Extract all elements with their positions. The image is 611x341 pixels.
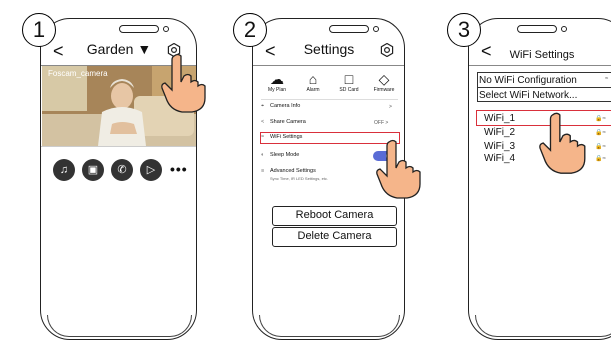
wifi-network-4[interactable]: WiFi_4 bbox=[484, 153, 515, 164]
settings-row-advanced-settings[interactable]: ≡ Advanced Settings bbox=[261, 168, 316, 174]
wifi-icon: ≈ bbox=[261, 134, 265, 140]
sd-card-icon: □ bbox=[344, 71, 354, 87]
phone-bottom-bezel bbox=[475, 315, 611, 337]
front-camera-icon bbox=[163, 26, 169, 32]
wifi-network-3[interactable]: WiFi_3 bbox=[484, 141, 515, 152]
quick-action-label: Alarm bbox=[306, 87, 320, 93]
tap-hand-icon bbox=[161, 53, 206, 113]
back-button[interactable]: < bbox=[265, 42, 276, 60]
video-divider bbox=[41, 146, 196, 147]
camera-name-dropdown[interactable]: Garden ▼ bbox=[79, 41, 159, 57]
quick-action-sd-card[interactable]: □ SD Card bbox=[331, 71, 367, 93]
cloud-icon: ☁ bbox=[270, 71, 284, 87]
quick-action-alarm[interactable]: ⌂ Alarm bbox=[295, 71, 331, 93]
back-button[interactable]: < bbox=[481, 42, 492, 60]
lock-wifi-icon: 🔒≈ bbox=[595, 156, 606, 162]
row-label: Sleep Mode bbox=[270, 152, 300, 158]
header-divider bbox=[469, 65, 611, 66]
speaker-icon bbox=[119, 25, 159, 33]
lock-wifi-icon: 🔒≈ bbox=[595, 144, 606, 150]
row-label: Share Camera bbox=[270, 119, 306, 125]
page-title: Settings bbox=[303, 41, 355, 57]
settings-row-share-camera[interactable]: < Share Camera bbox=[261, 119, 306, 125]
quick-action-label: SD Card bbox=[339, 87, 359, 93]
lock-wifi-icon: 🔒≈ bbox=[595, 130, 606, 136]
no-wifi-configuration-option[interactable]: No WiFi Configuration bbox=[479, 75, 577, 86]
section-divider bbox=[261, 99, 398, 100]
settings-row-wifi-settings[interactable]: ≈ WiFi Settings bbox=[261, 134, 302, 140]
phone-frame: < WiFi Settings No WiFi Configuration ≈ … bbox=[468, 18, 611, 340]
front-camera-icon bbox=[373, 26, 379, 32]
row-label: Advanced Settings bbox=[270, 168, 316, 174]
location-icon: ⌖ bbox=[261, 103, 265, 109]
page-title: WiFi Settings bbox=[509, 49, 575, 61]
tap-hand-icon bbox=[376, 139, 421, 199]
bell-icon: ⌂ bbox=[308, 71, 318, 87]
menu-icon: ≡ bbox=[261, 168, 265, 174]
header-divider bbox=[253, 65, 404, 66]
wifi-network-2[interactable]: WiFi_2 bbox=[484, 127, 515, 138]
step-number-3: 3 bbox=[447, 13, 481, 47]
wifi-icon: ≈ bbox=[605, 76, 609, 82]
quick-action-my-plan[interactable]: ☁ My Plan bbox=[259, 71, 295, 93]
advanced-settings-subtitle: Sync Time, IR LED Settings, etc. bbox=[270, 176, 329, 181]
settings-row-sleep-mode[interactable]: ◐ Sleep Mode bbox=[261, 152, 299, 158]
share-icon: < bbox=[261, 119, 265, 125]
phone-bottom-bezel bbox=[47, 315, 192, 337]
step-number-2: 2 bbox=[233, 13, 267, 47]
quick-action-label: Firmware bbox=[373, 87, 395, 93]
firmware-icon: ◇ bbox=[378, 71, 390, 87]
chevron-right-icon: > bbox=[389, 104, 392, 110]
back-button[interactable]: < bbox=[53, 42, 64, 60]
quick-action-firmware[interactable]: ◇ Firmware bbox=[366, 71, 402, 93]
settings-row-camera-info[interactable]: ⌖ Camera Info bbox=[261, 103, 300, 110]
lock-wifi-icon: 🔒≈ bbox=[595, 116, 606, 122]
gear-icon[interactable] bbox=[380, 43, 394, 57]
call-icon[interactable]: ✆ bbox=[111, 159, 133, 181]
camera-name-overlay: Foscam_camera bbox=[48, 69, 108, 78]
delete-camera-button[interactable]: Delete Camera bbox=[272, 227, 397, 247]
options-divider bbox=[477, 87, 611, 88]
speaker-icon bbox=[329, 25, 369, 33]
phone-bottom-bezel bbox=[259, 315, 400, 337]
reboot-camera-button[interactable]: Reboot Camera bbox=[272, 206, 397, 226]
quick-action-label: My Plan bbox=[267, 87, 287, 93]
front-camera-icon bbox=[561, 26, 567, 32]
moon-icon: ◐ bbox=[261, 152, 265, 158]
tap-hand-icon bbox=[539, 112, 586, 174]
record-icon[interactable]: ▷ bbox=[140, 159, 162, 181]
row-label: WiFi Settings bbox=[270, 134, 303, 140]
step-number-1: 1 bbox=[22, 13, 56, 47]
wifi-network-1[interactable]: WiFi_1 bbox=[484, 113, 515, 124]
snapshot-icon[interactable]: ▣ bbox=[82, 159, 104, 181]
speaker-icon bbox=[517, 25, 557, 33]
select-wifi-network-option[interactable]: Select WiFi Network... bbox=[479, 90, 577, 101]
alarm-icon[interactable]: ♫ bbox=[53, 159, 75, 181]
row-label: Camera Info bbox=[270, 103, 301, 109]
share-status-value: OFF > bbox=[374, 120, 389, 126]
more-options-icon[interactable]: ••• bbox=[170, 161, 188, 177]
